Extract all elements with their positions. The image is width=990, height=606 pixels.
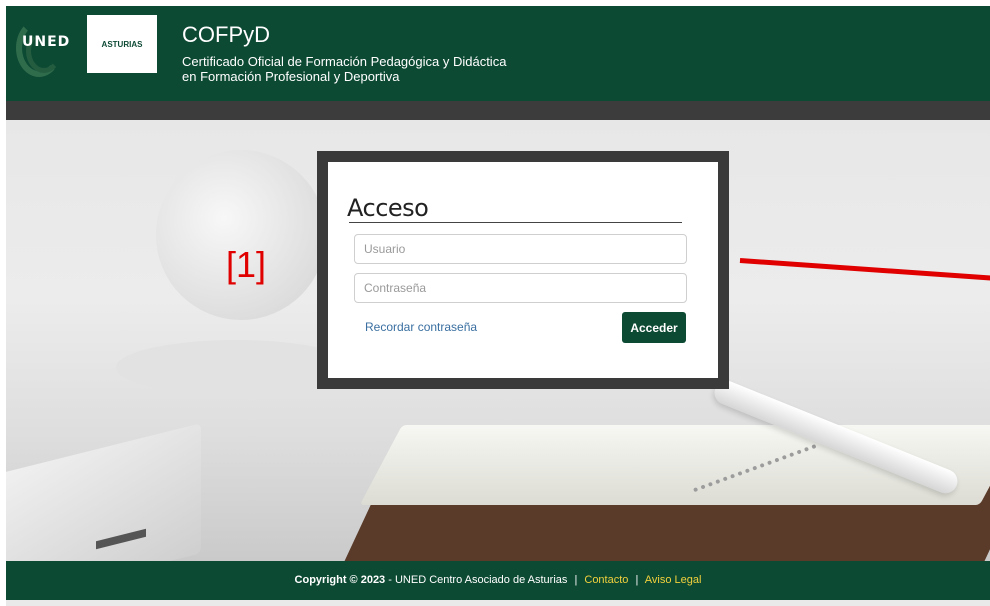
uned-logo: UNED — [14, 15, 86, 77]
password-input[interactable] — [354, 273, 687, 303]
footer-copyright: Copyright © 2023 — [294, 574, 386, 586]
footer-separator: | — [574, 574, 578, 586]
site-footer: Copyright © 2023 - UNED Centro Asociado … — [6, 561, 990, 600]
header-divider-bar — [6, 101, 990, 120]
coffee-cup-image — [156, 150, 326, 320]
footer-org: - UNED Centro Asociado de Asturias — [388, 574, 568, 586]
footer-separator: | — [635, 574, 639, 586]
site-subtitle: Certificado Oficial de Formación Pedagóg… — [182, 54, 602, 84]
site-title: COFPyD — [182, 22, 270, 47]
site-subtitle-line2: en Formación Profesional y Deportiva — [182, 69, 400, 84]
site-subtitle-line1: Certificado Oficial de Formación Pedagóg… — [182, 54, 507, 69]
username-input[interactable] — [354, 234, 687, 264]
asturias-logo: ASTURIAS — [87, 15, 157, 73]
login-title-divider — [349, 222, 682, 223]
site-header: UNED ASTURIAS COFPyD Certificado Oficial… — [6, 6, 990, 101]
annotation-marker: [1] — [226, 244, 267, 285]
footer-legal-link[interactable]: Aviso Legal — [645, 574, 702, 586]
login-button[interactable]: Acceder — [622, 312, 686, 343]
uned-logo-text: UNED — [22, 34, 71, 50]
footer-contact-link[interactable]: Contacto — [584, 574, 628, 586]
asturias-logo-text: ASTURIAS — [101, 40, 143, 49]
forgot-password-link[interactable]: Recordar contraseña — [365, 320, 477, 334]
uned-asturias-logo[interactable]: UNED ASTURIAS — [14, 15, 157, 77]
login-title: Acceso — [347, 194, 429, 222]
